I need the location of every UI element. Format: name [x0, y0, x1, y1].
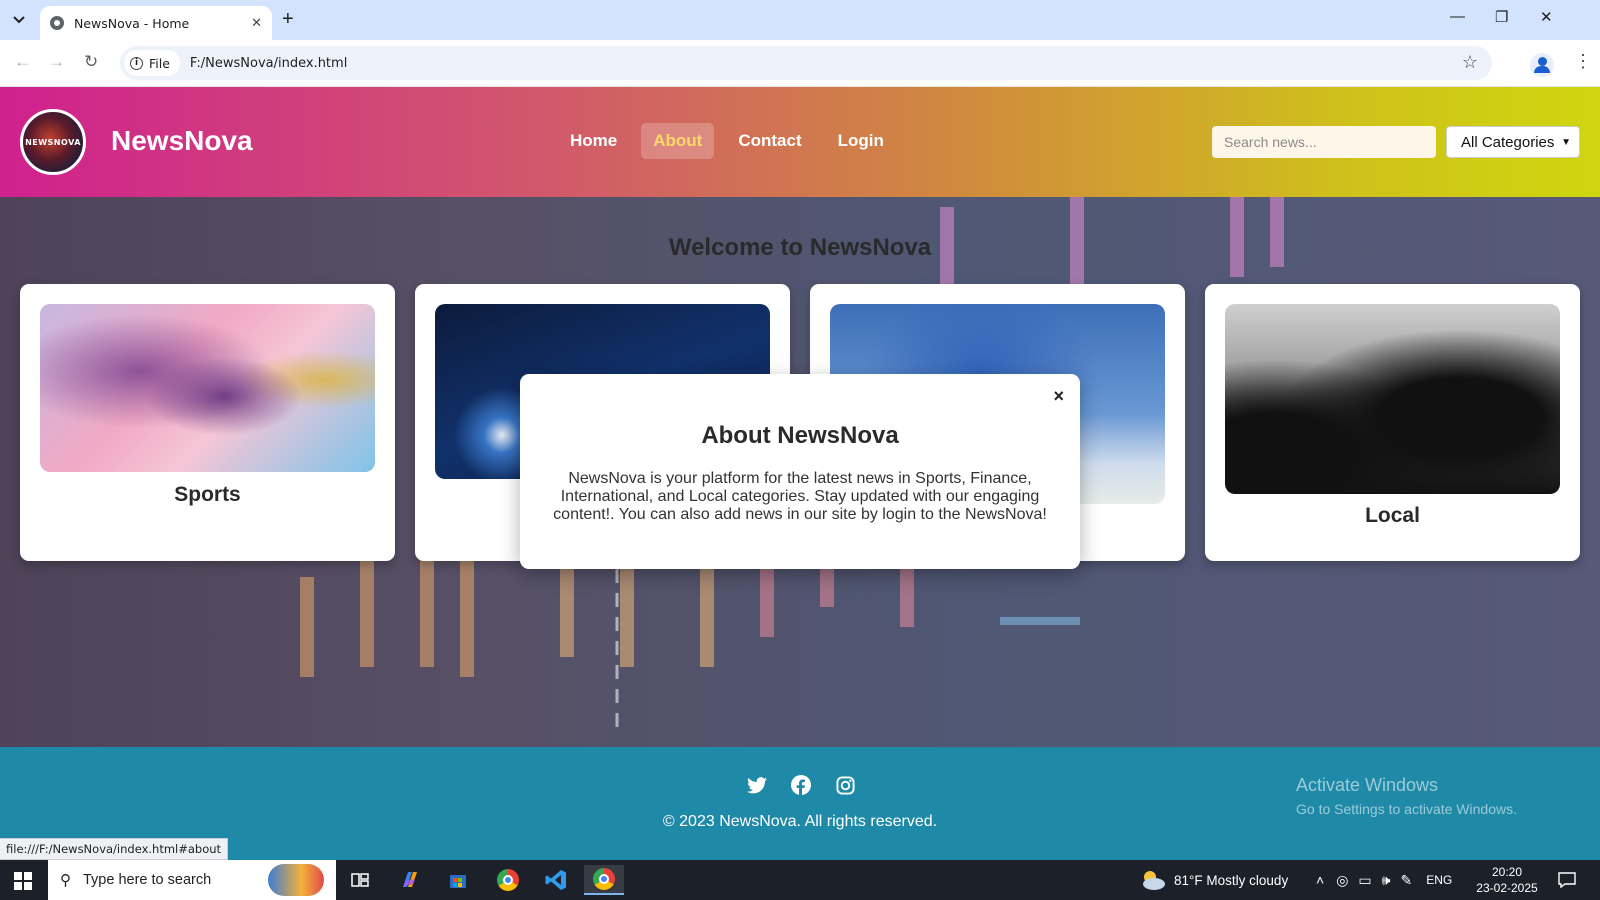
url-text[interactable]: F:/NewsNova/index.html — [190, 56, 347, 71]
card-label: Sports — [174, 483, 241, 506]
activate-subtitle: Go to Settings to activate Windows. — [1296, 801, 1517, 817]
volume-icon[interactable]: 🕪 — [1382, 872, 1391, 889]
browser-menu-icon[interactable]: ⋮ — [1574, 52, 1592, 70]
modal-close-icon[interactable]: × — [1053, 386, 1064, 407]
browser-tab[interactable]: NewsNova - Home ✕ — [40, 6, 272, 40]
tab-search-button[interactable] — [6, 8, 32, 32]
window-close-icon[interactable]: ✕ — [1540, 8, 1553, 26]
activate-windows-watermark: Activate Windows Go to Settings to activ… — [1296, 775, 1517, 817]
vscode-icon[interactable] — [536, 865, 576, 895]
notification-icon[interactable] — [1558, 860, 1576, 900]
restore-icon[interactable]: ❐ — [1495, 8, 1508, 26]
facebook-icon[interactable] — [790, 774, 812, 796]
info-icon: i — [130, 56, 143, 70]
search-icon: ⚲ — [60, 872, 71, 889]
page-viewport: NEWSNOVA NewsNova Home About Contact Log… — [0, 87, 1600, 860]
category-card-local[interactable]: Local — [1205, 284, 1580, 561]
news-search-input[interactable] — [1212, 126, 1436, 158]
category-select[interactable]: All Categories ▼ — [1446, 126, 1580, 158]
chevron-down-icon: ▼ — [1561, 136, 1571, 148]
language-indicator[interactable]: ENG — [1426, 873, 1452, 887]
site-footer: © 2023 NewsNova. All rights reserved. Ac… — [0, 747, 1600, 860]
chevron-up-icon[interactable]: ˄ — [1316, 872, 1324, 888]
site-info-label: File — [149, 55, 170, 71]
chrome-active-icon[interactable] — [584, 865, 624, 895]
microsoft-store-icon[interactable] — [438, 865, 478, 895]
category-card-sports[interactable]: Sports — [20, 284, 395, 561]
modal-body: NewsNova is your platform for the latest… — [553, 470, 1047, 523]
category-select-value: All Categories — [1461, 133, 1555, 151]
tab-title: NewsNova - Home — [74, 15, 190, 31]
windows-taskbar: ⚲ Type here to search 81°F Mostly cloudy… — [0, 860, 1600, 900]
taskbar-clock[interactable]: 20:20 23-02-2025 — [1470, 864, 1544, 896]
weather-text: 81°F Mostly cloudy — [1174, 872, 1289, 888]
site-logo[interactable]: NEWSNOVA — [20, 109, 86, 175]
card-label: Local — [1365, 504, 1420, 527]
browser-tabstrip: NewsNova - Home ✕ + — ❐ ✕ — [0, 0, 1600, 40]
twitter-icon[interactable] — [746, 774, 768, 796]
about-modal: × About NewsNova NewsNova is your platfo… — [520, 374, 1080, 569]
sports-image — [40, 304, 375, 472]
profile-avatar-icon[interactable] — [1530, 53, 1554, 77]
windows-start-icon[interactable] — [14, 872, 32, 890]
task-view-icon[interactable] — [340, 865, 380, 895]
address-bar[interactable]: i File F:/NewsNova/index.html ☆ — [120, 46, 1492, 80]
search-highlight-image — [268, 864, 324, 896]
brand-title[interactable]: NewsNova — [111, 125, 253, 157]
taskbar-search-box[interactable]: ⚲ Type here to search — [48, 860, 336, 900]
reload-icon[interactable]: ↻ — [84, 52, 98, 72]
modal-title: About NewsNova — [701, 422, 899, 449]
activate-title: Activate Windows — [1296, 775, 1439, 795]
main-nav: Home About Contact Login — [558, 123, 908, 159]
minimize-icon[interactable]: — — [1450, 8, 1465, 25]
network-icon[interactable]: ▭ — [1358, 872, 1371, 889]
welcome-heading: Welcome to NewsNova — [668, 234, 932, 261]
chevron-down-icon — [13, 16, 25, 24]
copilot-icon[interactable] — [390, 865, 430, 895]
nav-about[interactable]: About — [641, 123, 715, 159]
back-icon[interactable]: ← — [14, 52, 31, 72]
nav-home[interactable]: Home — [558, 123, 629, 159]
site-header: NEWSNOVA NewsNova Home About Contact Log… — [0, 87, 1600, 197]
clock-time: 20:20 — [1491, 865, 1523, 879]
link-status-bubble: file:///F:/NewsNova/index.html#about — [0, 838, 229, 860]
taskbar-search-text: Type here to search — [83, 872, 212, 888]
site-info-chip[interactable]: i File — [124, 50, 180, 76]
crowd-image — [1225, 304, 1560, 494]
clock-date: 23-02-2025 — [1476, 881, 1538, 895]
instagram-icon[interactable] — [834, 774, 856, 796]
forward-icon[interactable]: → — [48, 52, 65, 72]
browser-toolbar: ← → ↻ i File F:/NewsNova/index.html ☆ — [0, 40, 1600, 87]
nav-contact[interactable]: Contact — [726, 123, 813, 159]
nav-login[interactable]: Login — [826, 123, 896, 159]
pen-icon[interactable]: ✎ — [1400, 872, 1412, 889]
weather-widget[interactable]: 81°F Mostly cloudy — [1138, 860, 1288, 900]
chrome-icon[interactable] — [488, 865, 528, 895]
meet-icon[interactable]: ◎ — [1336, 872, 1348, 889]
new-tab-button[interactable]: + — [282, 9, 294, 29]
bookmark-star-icon[interactable]: ☆ — [1462, 52, 1478, 73]
cloudy-weather-icon — [1143, 871, 1165, 890]
tab-close-icon[interactable]: ✕ — [251, 15, 262, 31]
globe-icon — [50, 16, 64, 30]
tray-icons: ˄ ◎ ▭ 🕪 ✎ ENG — [1316, 860, 1452, 900]
